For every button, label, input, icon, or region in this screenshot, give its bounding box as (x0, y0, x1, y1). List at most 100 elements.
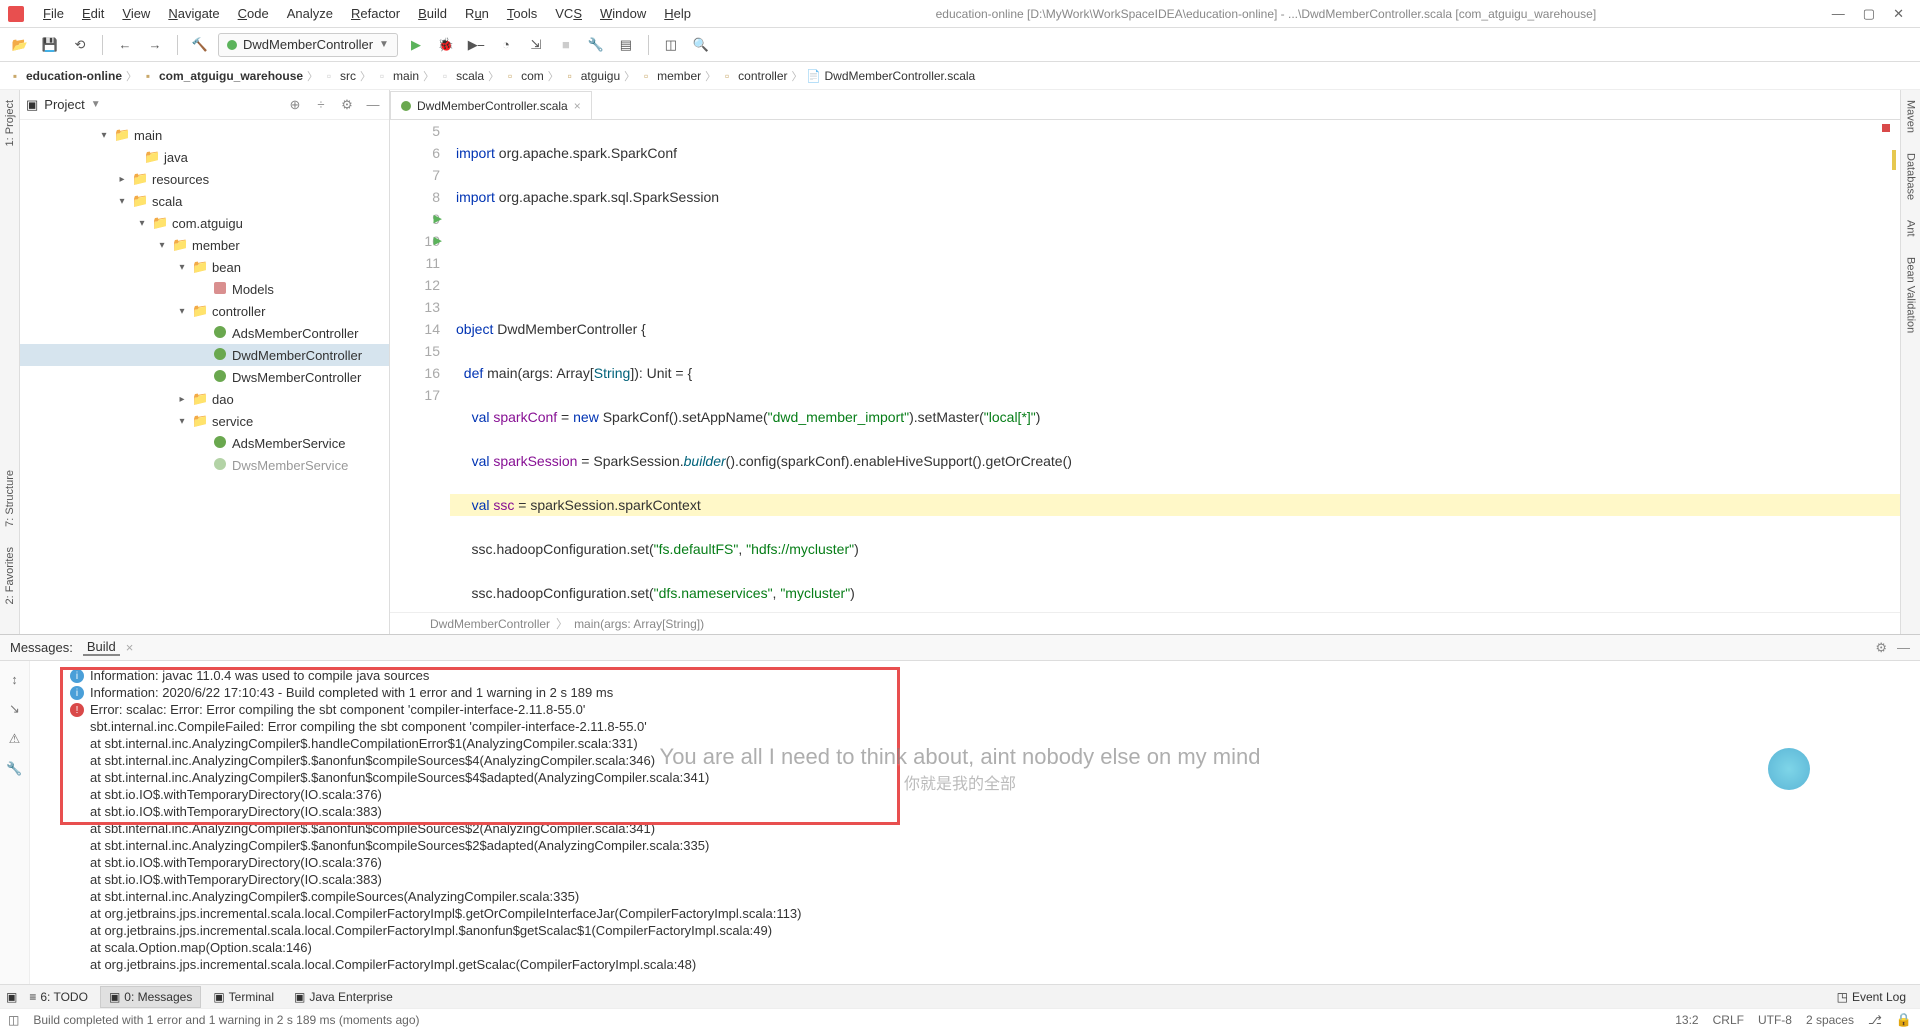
rail-favorites[interactable]: 2: Favorites (4, 547, 16, 604)
menu-vcs[interactable]: VCS (546, 6, 591, 21)
code-lines[interactable]: import org.apache.spark.SparkConf import… (450, 120, 1900, 612)
caret-position[interactable]: 13:2 (1675, 1013, 1698, 1027)
close-tab-icon[interactable]: × (126, 640, 134, 655)
bottom-terminal[interactable]: ▣Terminal (205, 986, 282, 1008)
bc-member[interactable]: ▫member (639, 69, 701, 83)
close-tab-icon[interactable]: × (574, 99, 581, 113)
tree-resources[interactable]: ▸📁resources (20, 168, 389, 190)
menu-build[interactable]: Build (409, 6, 456, 21)
tree-service[interactable]: ▾📁service (20, 410, 389, 432)
layout-icon[interactable]: ◫ (659, 33, 683, 57)
toolwindow-icon[interactable]: ▣ (6, 990, 17, 1004)
menu-help[interactable]: Help (655, 6, 700, 21)
target-icon[interactable]: ⊕ (285, 95, 305, 115)
run-config-select[interactable]: DwdMemberController ▼ (218, 33, 398, 57)
lock-icon[interactable]: 🔒 (1896, 1012, 1912, 1028)
editor-tab-dwd[interactable]: DwdMemberController.scala × (390, 91, 592, 119)
back-icon[interactable]: ← (113, 33, 137, 57)
messages-tab-build[interactable]: Build (83, 639, 120, 656)
tree-scala[interactable]: ▾📁scala (20, 190, 389, 212)
menu-code[interactable]: Code (229, 6, 278, 21)
stop-icon[interactable]: ■ (554, 33, 578, 57)
menu-navigate[interactable]: Navigate (159, 6, 228, 21)
debug-icon[interactable]: 🐞 (434, 33, 458, 57)
menu-run[interactable]: Run (456, 6, 498, 21)
menu-edit[interactable]: Edit (73, 6, 113, 21)
bottom-messages[interactable]: ▣0: Messages (100, 986, 201, 1008)
bc-src[interactable]: ▫src (322, 69, 356, 83)
warning-icon[interactable]: ⚠ (5, 729, 25, 749)
messages-content[interactable]: iInformation: javac 11.0.4 was used to c… (30, 661, 1920, 984)
bc-scala[interactable]: ▫scala (438, 69, 484, 83)
tree-java[interactable]: 📁java (20, 146, 389, 168)
menu-window[interactable]: Window (591, 6, 655, 21)
bc-controller[interactable]: ▫controller (720, 69, 787, 83)
run-gutter-icon[interactable]: ▶ (434, 208, 442, 230)
tree-main[interactable]: ▾📁main (20, 124, 389, 146)
attach-icon[interactable]: ⇲ (524, 33, 548, 57)
profile-icon[interactable]: ◔ (494, 33, 518, 57)
bottom-todo[interactable]: ≡6: TODO (21, 986, 96, 1008)
search-icon[interactable]: 🔍 (689, 33, 713, 57)
menu-file[interactable]: File (34, 6, 73, 21)
rail-database[interactable]: Database (1905, 153, 1917, 200)
menu-tools[interactable]: Tools (498, 6, 546, 21)
save-icon[interactable]: 💾 (38, 33, 62, 57)
rail-bean[interactable]: Bean Validation (1905, 257, 1917, 333)
rail-project[interactable]: 1: Project (4, 100, 16, 146)
chevron-down-icon[interactable]: ▼ (91, 99, 101, 110)
bc-atguigu[interactable]: ▫atguigu (563, 69, 620, 83)
indent[interactable]: 2 spaces (1806, 1013, 1854, 1027)
structure-icon[interactable]: ▤ (614, 33, 638, 57)
function-name[interactable]: main(args: Array[String]) (574, 617, 704, 631)
project-tree[interactable]: ▾📁main 📁java ▸📁resources ▾📁scala ▾📁com.a… (20, 120, 389, 634)
bc-file[interactable]: 📄DwdMemberController.scala (807, 69, 976, 83)
tree-bean[interactable]: ▾📁bean (20, 256, 389, 278)
bottom-eventlog[interactable]: ◳Event Log (1829, 986, 1914, 1008)
scope-name[interactable]: DwdMemberController (430, 617, 550, 631)
maximize-icon[interactable]: ▢ (1863, 6, 1875, 22)
rail-structure[interactable]: 7: Structure (4, 470, 16, 527)
tree-dws-service[interactable]: DwsMemberService (20, 454, 389, 476)
bc-module[interactable]: ▪com_atguigu_warehouse (141, 69, 303, 83)
tree-dao[interactable]: ▸📁dao (20, 388, 389, 410)
tree-models[interactable]: Models (20, 278, 389, 300)
hide-icon[interactable]: — (363, 95, 383, 115)
menu-refactor[interactable]: Refactor (342, 6, 409, 21)
refresh-icon[interactable]: ⟲ (68, 33, 92, 57)
open-icon[interactable]: 📂 (8, 33, 32, 57)
tree-member[interactable]: ▾📁member (20, 234, 389, 256)
bc-education-online[interactable]: ▪education-online (8, 69, 122, 83)
bc-com[interactable]: ▫com (503, 69, 544, 83)
collapse-icon[interactable]: ÷ (311, 95, 331, 115)
bottom-javaee[interactable]: ▣Java Enterprise (286, 986, 401, 1008)
tree-comatguigu[interactable]: ▾📁com.atguigu (20, 212, 389, 234)
menu-view[interactable]: View (113, 6, 159, 21)
tree-controller[interactable]: ▾📁controller (20, 300, 389, 322)
arrow-icon[interactable]: ↘ (5, 699, 25, 719)
gutter[interactable]: 5678 9▶ 10▶ 111213 14151617 (390, 120, 450, 612)
encoding[interactable]: UTF-8 (1758, 1013, 1792, 1027)
tree-ads-service[interactable]: AdsMemberService (20, 432, 389, 454)
run-gutter-icon[interactable]: ▶ (434, 230, 442, 252)
coverage-icon[interactable]: ▶⎯ (464, 33, 488, 57)
gear-icon[interactable]: ⚙ (337, 95, 357, 115)
close-icon[interactable]: ✕ (1893, 6, 1904, 22)
bc-main[interactable]: ▫main (375, 69, 419, 83)
wrench-icon[interactable]: 🔧 (5, 759, 25, 779)
rail-maven[interactable]: Maven (1905, 100, 1917, 133)
code-area[interactable]: 5678 9▶ 10▶ 111213 14151617 import org.a… (390, 120, 1900, 612)
minimize-icon[interactable]: — (1832, 6, 1845, 22)
forward-icon[interactable]: → (143, 33, 167, 57)
line-ending[interactable]: CRLF (1713, 1013, 1744, 1027)
build-icon[interactable]: 🔨 (188, 33, 212, 57)
tree-dwd[interactable]: DwdMemberController (20, 344, 389, 366)
git-icon[interactable]: ⎇ (1868, 1013, 1882, 1027)
rail-ant[interactable]: Ant (1905, 220, 1917, 237)
hide-icon[interactable]: — (1897, 640, 1910, 655)
tree-ads[interactable]: AdsMemberController (20, 322, 389, 344)
gear-icon[interactable]: ⚙ (1875, 640, 1887, 656)
tree-dws[interactable]: DwsMemberController (20, 366, 389, 388)
menu-analyze[interactable]: Analyze (278, 6, 342, 21)
settings-icon[interactable]: 🔧 (584, 33, 608, 57)
